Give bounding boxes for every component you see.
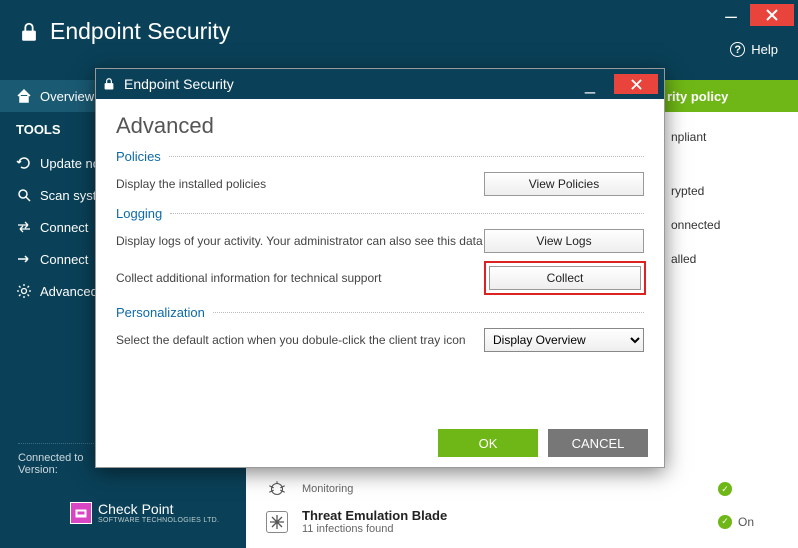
right-panel: rity policy npliant rypted onnected alle… [663, 80, 798, 468]
blades-strip: Monitoring Threat Emulation Blade 11 inf… [246, 468, 798, 548]
ok-button[interactable]: OK [438, 429, 538, 457]
status-ok-icon [718, 515, 732, 529]
dialog-close-button[interactable] [614, 74, 658, 94]
sidebar-item-label: Connect [40, 220, 88, 235]
sidebar-item-advanced[interactable]: Advanced [0, 275, 110, 307]
help-icon: ? [730, 42, 745, 57]
right-item [663, 154, 798, 174]
checkpoint-logo: Check Point SOFTWARE TECHNOLOGIES LTD. [70, 501, 219, 524]
blade-name: Threat Emulation Blade [302, 508, 704, 523]
logo-line1: Check Point [98, 501, 219, 517]
bug-icon [266, 478, 288, 500]
minimize-button[interactable]: _ [718, 4, 744, 22]
right-item: onnected [663, 208, 798, 242]
search-icon [16, 187, 32, 203]
section-logging: Logging [116, 206, 644, 221]
tray-action-label: Select the default action when you dobul… [116, 333, 484, 347]
advanced-dialog: Endpoint Security _ Advanced Policies Di… [95, 68, 665, 468]
sidebar-item-label: Advanced [40, 284, 98, 299]
section-personalization: Personalization [116, 305, 644, 320]
home-icon [16, 88, 32, 104]
dialog-title: Endpoint Security [124, 76, 570, 92]
right-item: npliant [663, 120, 798, 154]
logo-line2: SOFTWARE TECHNOLOGIES LTD. [98, 517, 219, 524]
sidebar-item-update[interactable]: Update now [0, 147, 110, 179]
blade-row: Threat Emulation Blade 11 infections fou… [266, 504, 778, 539]
snowflake-icon [266, 511, 288, 533]
help-label: Help [751, 42, 778, 57]
lock-icon [102, 77, 116, 91]
sidebar-item-overview[interactable]: Overview [0, 80, 110, 112]
app-title: Endpoint Security [50, 18, 230, 45]
right-item: alled [663, 242, 798, 276]
help-link[interactable]: ? Help [730, 42, 778, 57]
sidebar-item-connect2[interactable]: Connect [0, 243, 110, 275]
policies-label: Display the installed policies [116, 177, 484, 191]
blade-sub: Monitoring [302, 483, 704, 495]
close-icon [766, 9, 778, 21]
status-ok-icon [718, 482, 732, 496]
tray-action-select[interactable]: Display Overview [484, 328, 644, 352]
logo-icon [70, 502, 92, 524]
dialog-heading: Advanced [116, 113, 644, 139]
lock-icon [18, 21, 40, 43]
section-policies: Policies [116, 149, 644, 164]
blade-sub: 11 infections found [302, 523, 704, 535]
cancel-button[interactable]: CANCEL [548, 429, 648, 457]
collect-button[interactable]: Collect [489, 266, 641, 290]
collect-label: Collect additional information for techn… [116, 271, 484, 285]
dialog-titlebar: Endpoint Security _ [96, 69, 664, 99]
view-policies-button[interactable]: View Policies [484, 172, 644, 196]
right-panel-header: rity policy [663, 80, 798, 112]
arrow-icon [16, 251, 32, 267]
view-logs-button[interactable]: View Logs [484, 229, 644, 253]
sidebar-heading-tools: TOOLS [0, 112, 110, 147]
close-button[interactable] [750, 4, 794, 26]
view-logs-label: Display logs of your activity. Your admi… [116, 234, 484, 248]
sidebar: Overview TOOLS Update now Scan system Co… [0, 80, 110, 307]
refresh-icon [16, 155, 32, 171]
blade-row: Monitoring [266, 474, 778, 504]
sidebar-item-label: Overview [40, 89, 94, 104]
app-header: Endpoint Security [18, 18, 230, 45]
sidebar-item-scan[interactable]: Scan system [0, 179, 110, 211]
right-item: rypted [663, 174, 798, 208]
sidebar-item-label: Connect [40, 252, 88, 267]
sidebar-item-connect1[interactable]: Connect [0, 211, 110, 243]
blade-status: On [738, 515, 754, 529]
collect-highlight: Collect [484, 261, 646, 295]
arrows-icon [16, 219, 32, 235]
close-icon [631, 79, 642, 90]
gear-icon [16, 283, 32, 299]
dialog-minimize-button[interactable]: _ [578, 81, 602, 87]
